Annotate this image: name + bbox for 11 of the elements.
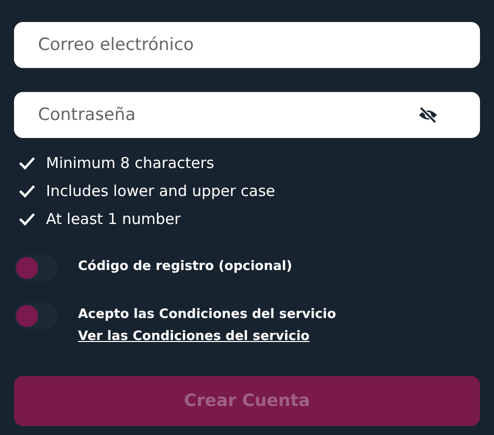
- eye-slash-icon[interactable]: [417, 106, 439, 124]
- requirement-text: Minimum 8 characters: [46, 154, 214, 172]
- requirement-text: Includes lower and upper case: [46, 182, 276, 200]
- terms-link[interactable]: Ver las Condiciones del servicio: [78, 329, 310, 344]
- toggle-switch[interactable]: [14, 303, 58, 329]
- password-field[interactable]: Contraseña: [14, 92, 480, 138]
- toggle-label: Acepto las Condiciones del servicio Ver las Condiciones del servicio: [78, 306, 338, 346]
- requirement-text: At least 1 number: [46, 210, 181, 228]
- toggle-switch[interactable]: [14, 255, 58, 281]
- email-field[interactable]: Correo electrónico: [14, 22, 480, 68]
- toggle-label: Código de registro (opcional): [78, 258, 292, 276]
